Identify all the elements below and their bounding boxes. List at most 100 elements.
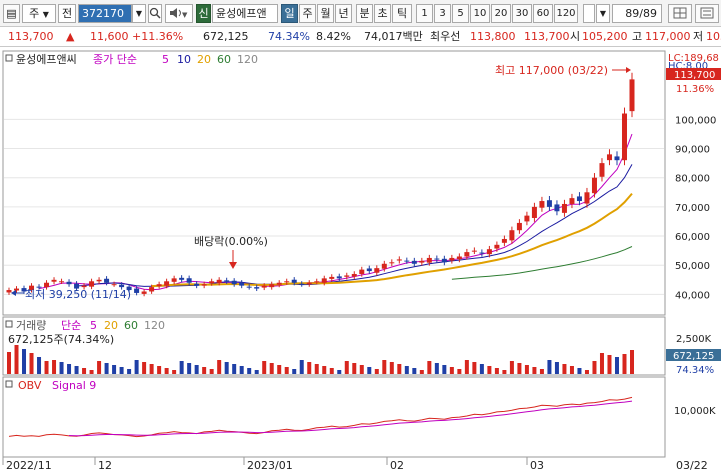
x-label-last: 03/22 xyxy=(676,459,708,472)
volume-bar xyxy=(457,369,462,374)
interval-10-button[interactable]: 10 xyxy=(470,4,490,23)
interval-1-button[interactable]: 1 xyxy=(416,4,433,23)
volume-bar xyxy=(149,364,154,374)
candle-body xyxy=(561,203,567,213)
price-axis-tick: 90,000 xyxy=(675,145,710,156)
volume-bar xyxy=(607,355,612,374)
candle-body xyxy=(66,281,72,285)
price-change: 11,600 xyxy=(90,30,129,43)
candle-body xyxy=(381,263,387,269)
volume-bar xyxy=(524,365,529,374)
obv-signal-label: Signal 9 xyxy=(52,379,96,392)
volume-bar xyxy=(592,361,597,374)
volume-bar xyxy=(359,365,364,374)
interval-20-button[interactable]: 20 xyxy=(491,4,511,23)
volume-bar xyxy=(187,363,192,374)
period-tick-button[interactable]: 틱 xyxy=(392,4,412,23)
candle-body xyxy=(321,278,327,283)
high-annotation: 최고 117,000 (03/22) xyxy=(495,64,608,77)
candle-body xyxy=(51,279,57,282)
period-year-button[interactable]: 년 xyxy=(335,4,352,23)
grid-icon[interactable] xyxy=(668,4,692,23)
code-dropdown-icon[interactable]: ▼ xyxy=(132,4,146,23)
settings-icon[interactable] xyxy=(695,4,719,23)
volume-bar xyxy=(202,367,207,374)
high-price: 117,000 xyxy=(645,30,691,43)
price-axis-tick: 70,000 xyxy=(675,203,710,214)
stock-code-input[interactable]: 372170 xyxy=(78,4,132,23)
best-bid: 113,700 xyxy=(524,30,570,43)
price-axis-tick: 80,000 xyxy=(675,174,710,185)
interval-dropdown-icon[interactable]: ▼ xyxy=(596,4,610,23)
candle-body xyxy=(359,269,365,274)
candle-body xyxy=(119,284,125,288)
volume-bar xyxy=(442,365,447,374)
volume-bar xyxy=(307,362,312,374)
volume-bar xyxy=(7,352,11,374)
svg-text:▼: ▼ xyxy=(182,11,188,19)
stock-chart[interactable]: 100,000 90,000 80,000 70,000 60,000 50,000 40,… xyxy=(0,47,721,474)
period-second-button[interactable]: 초 xyxy=(374,4,391,23)
ma60-label: 60 xyxy=(217,53,231,66)
volume-bar xyxy=(74,366,79,374)
volume-bar xyxy=(449,367,454,374)
interval-120-button[interactable]: 120 xyxy=(554,4,578,23)
volume-bar xyxy=(374,369,379,374)
candle-body xyxy=(44,282,50,288)
interval-input[interactable] xyxy=(583,4,595,23)
candle-body xyxy=(426,257,432,263)
volume-current-label: 672,125주(74.34%) xyxy=(8,333,114,346)
candle-body xyxy=(374,268,380,273)
volume-bar xyxy=(179,361,184,374)
candle-body xyxy=(471,250,477,252)
best-ask: 113,800 xyxy=(470,30,516,43)
candle-body xyxy=(329,276,335,279)
stock-name: 윤성에프앤 xyxy=(212,4,278,23)
x-label-nov: 2022/11 xyxy=(6,459,52,472)
candle-body xyxy=(261,285,267,288)
period-day-button[interactable]: 일 xyxy=(281,4,298,23)
price-axis: 100,000 90,000 80,000 70,000 60,000 50,000 40,… xyxy=(675,115,716,301)
type-button[interactable]: 전 xyxy=(58,4,76,23)
volume-bar xyxy=(52,360,57,374)
candle-body xyxy=(314,281,320,283)
interval-3-button[interactable]: 3 xyxy=(434,4,451,23)
period-week-button[interactable]: 주 xyxy=(299,4,316,23)
price-change-pct: +11.36% xyxy=(132,30,184,43)
candle-body xyxy=(306,282,312,285)
new-badge[interactable]: 신 xyxy=(196,4,211,23)
candle-body xyxy=(419,260,425,263)
price-axis-tick: 40,000 xyxy=(675,290,710,301)
window-icon[interactable]: ▤ xyxy=(3,4,20,23)
candle-body xyxy=(629,79,635,112)
volume-bar xyxy=(367,367,372,374)
volume-bar xyxy=(584,370,589,374)
best-ask-label: 최우선 xyxy=(430,30,461,43)
search-icon[interactable] xyxy=(148,4,162,23)
candle-body xyxy=(6,290,12,293)
candle-body xyxy=(246,286,252,288)
vol-ma60-label: 60 xyxy=(124,319,138,332)
volume-bar xyxy=(419,370,424,374)
obv-y-tick: 10,000K xyxy=(674,406,716,417)
candle-body xyxy=(486,249,492,255)
period-minute-button[interactable]: 분 xyxy=(356,4,373,23)
candle-body xyxy=(516,222,522,231)
candle-body xyxy=(111,284,117,286)
candle-body xyxy=(299,283,305,285)
period-month-button[interactable]: 월 xyxy=(317,4,334,23)
volume-bar xyxy=(217,360,222,374)
candle-body xyxy=(351,273,357,277)
candle-body xyxy=(134,288,140,293)
speaker-icon[interactable]: ▼ xyxy=(165,4,193,23)
ma120-label: 120 xyxy=(237,53,258,66)
interval-60-button[interactable]: 60 xyxy=(533,4,553,23)
interval-30-button[interactable]: 30 xyxy=(512,4,532,23)
vol-ma120-label: 120 xyxy=(144,319,165,332)
volume-bar xyxy=(630,350,634,374)
open-label: 시 xyxy=(570,30,581,43)
volume-bar xyxy=(427,361,432,374)
interval-5-button[interactable]: 5 xyxy=(452,4,469,23)
volume-bar xyxy=(464,360,469,374)
market-select[interactable]: 주 ▼ xyxy=(22,4,56,23)
